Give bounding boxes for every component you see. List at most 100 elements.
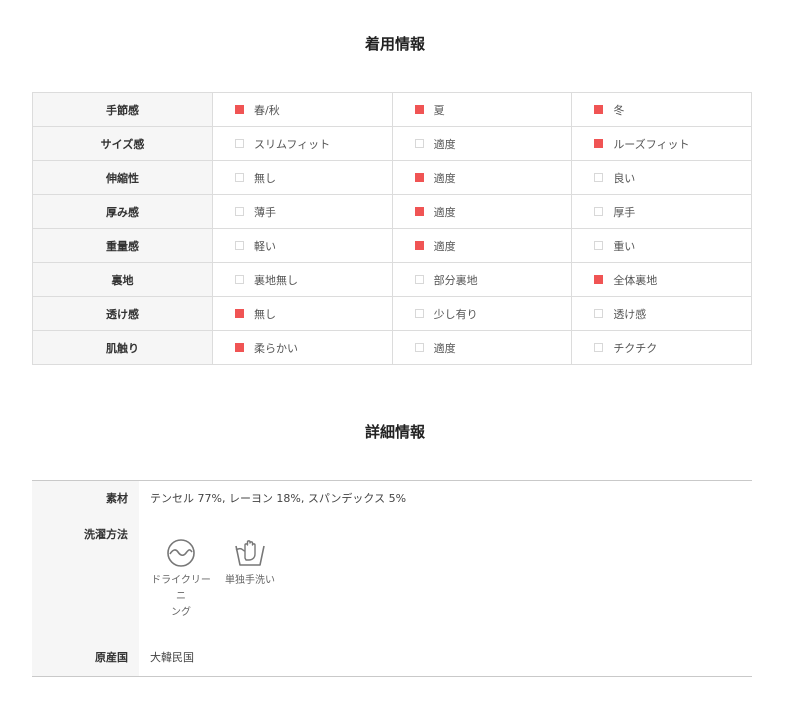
washing-label: 洗濯方法 [84, 528, 128, 541]
fit-row-label: 透け感 [32, 296, 213, 331]
fit-option: チクチク [571, 330, 752, 365]
wash-item-hand-wash: 単独手洗い [220, 537, 280, 589]
fit-option: 適度 [391, 228, 573, 263]
fit-option-label: 軽い [254, 239, 276, 253]
fit-row: 厚み感 薄手 適度 厚手 [32, 194, 752, 229]
unchecked-box-icon [414, 139, 424, 148]
unchecked-box-icon [594, 173, 604, 182]
fit-option-label: 少し有り [433, 307, 478, 321]
fit-option-label: 適度 [433, 205, 456, 219]
unchecked-box-icon [594, 343, 604, 352]
fit-row: 手節感 春/秋 夏 冬 [32, 92, 752, 127]
hand-wash-icon [235, 540, 265, 566]
fit-row-label: サイズ感 [32, 126, 213, 161]
checked-box-icon [414, 241, 424, 250]
detail-info-table: 素材 テンセル 77%, レーヨン 18%, スパンデックス 5% 洗濯方法 ド… [32, 480, 752, 677]
fit-option-label: 厚手 [613, 205, 636, 219]
fit-option-label: 無し [254, 307, 276, 321]
material-label: 素材 [106, 492, 128, 505]
checked-box-icon [594, 275, 604, 284]
fit-option-label: 適度 [433, 137, 456, 151]
fit-option: 無し [212, 296, 393, 331]
fit-row: 伸縮性 無し 適度 良い [32, 160, 752, 195]
fit-option-label: 適度 [433, 171, 456, 185]
wash-item-dry-clean: ドライクリーニ ング [148, 537, 214, 621]
origin-value: 大韓民国 [150, 651, 194, 664]
detail-info-title: 詳細情報 [364, 423, 425, 441]
unchecked-box-icon [235, 207, 244, 216]
fit-option: 裏地無し [212, 262, 393, 297]
unchecked-box-icon [414, 343, 424, 352]
detail-label-column [32, 481, 139, 676]
fit-option-label: チクチク [613, 341, 658, 355]
fit-row-label: 手節感 [32, 92, 213, 127]
fit-option: 適度 [391, 160, 573, 195]
fit-option: 良い [571, 160, 752, 195]
unchecked-box-icon [414, 309, 424, 318]
fit-option-label: 夏 [433, 103, 445, 117]
unchecked-box-icon [235, 173, 244, 182]
fit-row: 透け感 無し 少し有り 透け感 [32, 296, 752, 331]
fit-option-label: 裏地無し [254, 273, 298, 287]
unchecked-box-icon [235, 241, 244, 250]
fit-option: 適度 [391, 126, 573, 161]
unchecked-box-icon [594, 207, 604, 216]
fit-option: 冬 [571, 92, 752, 127]
fit-option-label: 適度 [433, 341, 456, 355]
material-value: テンセル 77%, レーヨン 18%, スパンデックス 5% [150, 492, 407, 505]
wash-item-label-line1: 単独手洗い [225, 575, 275, 586]
checked-box-icon [235, 343, 244, 352]
fit-option: 厚手 [571, 194, 752, 229]
fit-option-label: 部分裏地 [433, 273, 478, 287]
fit-option: 薄手 [212, 194, 393, 229]
fit-option: 部分裏地 [391, 262, 573, 297]
checked-box-icon [594, 139, 604, 148]
checked-box-icon [235, 105, 244, 114]
fit-option: 適度 [391, 330, 573, 365]
fit-option: 少し有り [391, 296, 573, 331]
fit-option-label: 薄手 [254, 205, 276, 219]
fit-option-label: 無し [254, 171, 276, 185]
fit-option-label: 透け感 [613, 307, 647, 321]
dry-clean-icon [167, 539, 195, 567]
fit-option: 適度 [391, 194, 573, 229]
fit-option-label: 良い [613, 171, 636, 185]
unchecked-box-icon [414, 275, 424, 284]
unchecked-box-icon [594, 309, 604, 318]
fit-option: 重い [571, 228, 752, 263]
checked-box-icon [594, 105, 604, 114]
fit-option: 柔らかい [212, 330, 393, 365]
fit-option-label: 冬 [613, 103, 625, 117]
fit-row-label: 厚み感 [32, 194, 213, 229]
fit-option: 軽い [212, 228, 393, 263]
fit-info-table: 手節感 春/秋夏冬サイズ感 スリムフィット 適度 ルーズフィット 伸縮性 無し 適度 良い 厚み感… [32, 92, 752, 365]
fit-option-label: 全体裏地 [613, 273, 658, 287]
fit-option: 春/秋 [212, 92, 393, 127]
origin-label: 原産国 [95, 651, 128, 664]
fit-option-label: 柔らかい [254, 341, 298, 355]
fit-row: 肌触り 柔らかい 適度 チクチク [32, 330, 752, 365]
checked-box-icon [414, 207, 424, 216]
fit-option-label: 重い [613, 239, 636, 253]
fit-row-label: 重量感 [32, 228, 213, 263]
fit-row-label: 伸縮性 [32, 160, 213, 195]
wash-item-label-line1: ドライクリーニ [151, 575, 211, 602]
wash-item-label-line2: ング [171, 607, 191, 618]
fit-option-label: ルーズフィット [613, 137, 690, 151]
fit-option-label: スリムフィット [254, 137, 331, 151]
unchecked-box-icon [235, 139, 244, 148]
fit-row: 重量感 軽い 適度 重い [32, 228, 752, 263]
fit-row-label: 裏地 [32, 262, 213, 297]
fit-option: 透け感 [571, 296, 752, 331]
checked-box-icon [235, 309, 244, 318]
fit-option: 無し [212, 160, 393, 195]
fit-option: 全体裏地 [571, 262, 752, 297]
fit-option-label: 春/秋 [254, 103, 280, 117]
fit-row-label: 肌触り [32, 330, 213, 365]
fit-row: サイズ感 スリムフィット 適度 ルーズフィット [32, 126, 752, 161]
checked-box-icon [414, 105, 424, 114]
fit-option: 夏 [391, 92, 573, 127]
unchecked-box-icon [594, 241, 604, 250]
fit-option: ルーズフィット [571, 126, 752, 161]
fit-row: 裏地 裏地無し 部分裏地 全体裏地 [32, 262, 752, 297]
